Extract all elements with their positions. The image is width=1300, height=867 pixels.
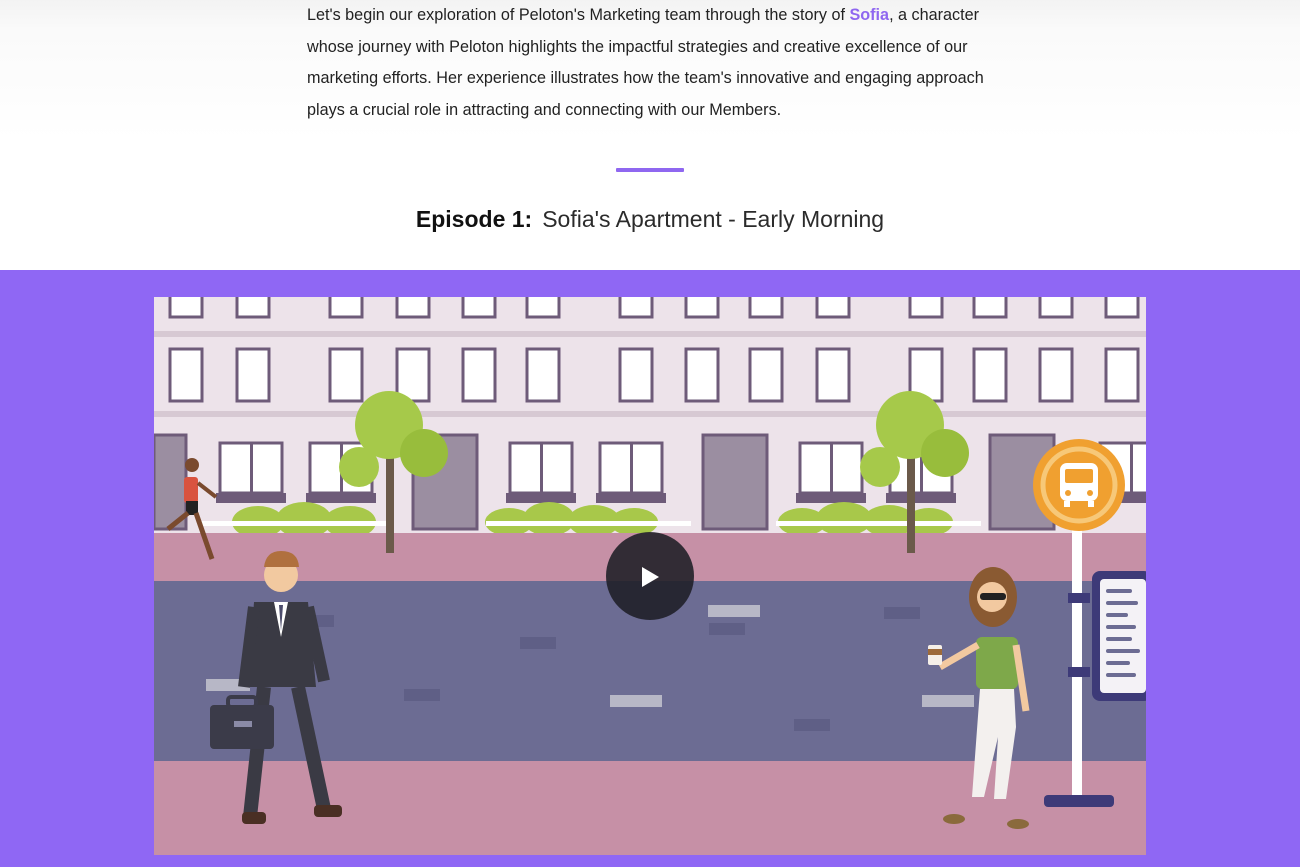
bus-schedule-sign (1092, 571, 1146, 701)
episode-label: Episode 1: (415, 206, 533, 232)
episode-title: Sofia's Apartment - Early Morning (542, 206, 885, 232)
episode-heading: Episode 1: Sofia's Apartment - Early Morn… (0, 206, 1300, 233)
intro-text-before: Let's begin our exploration of Peloton's… (307, 6, 850, 24)
section-divider (616, 168, 684, 172)
bus-stop-icon (1033, 439, 1125, 531)
intro-highlight-name: Sofia (849, 6, 890, 24)
intro-paragraph: Let's begin our exploration of Peloton's… (307, 0, 997, 126)
play-icon (642, 567, 659, 587)
play-button[interactable] (606, 532, 694, 620)
